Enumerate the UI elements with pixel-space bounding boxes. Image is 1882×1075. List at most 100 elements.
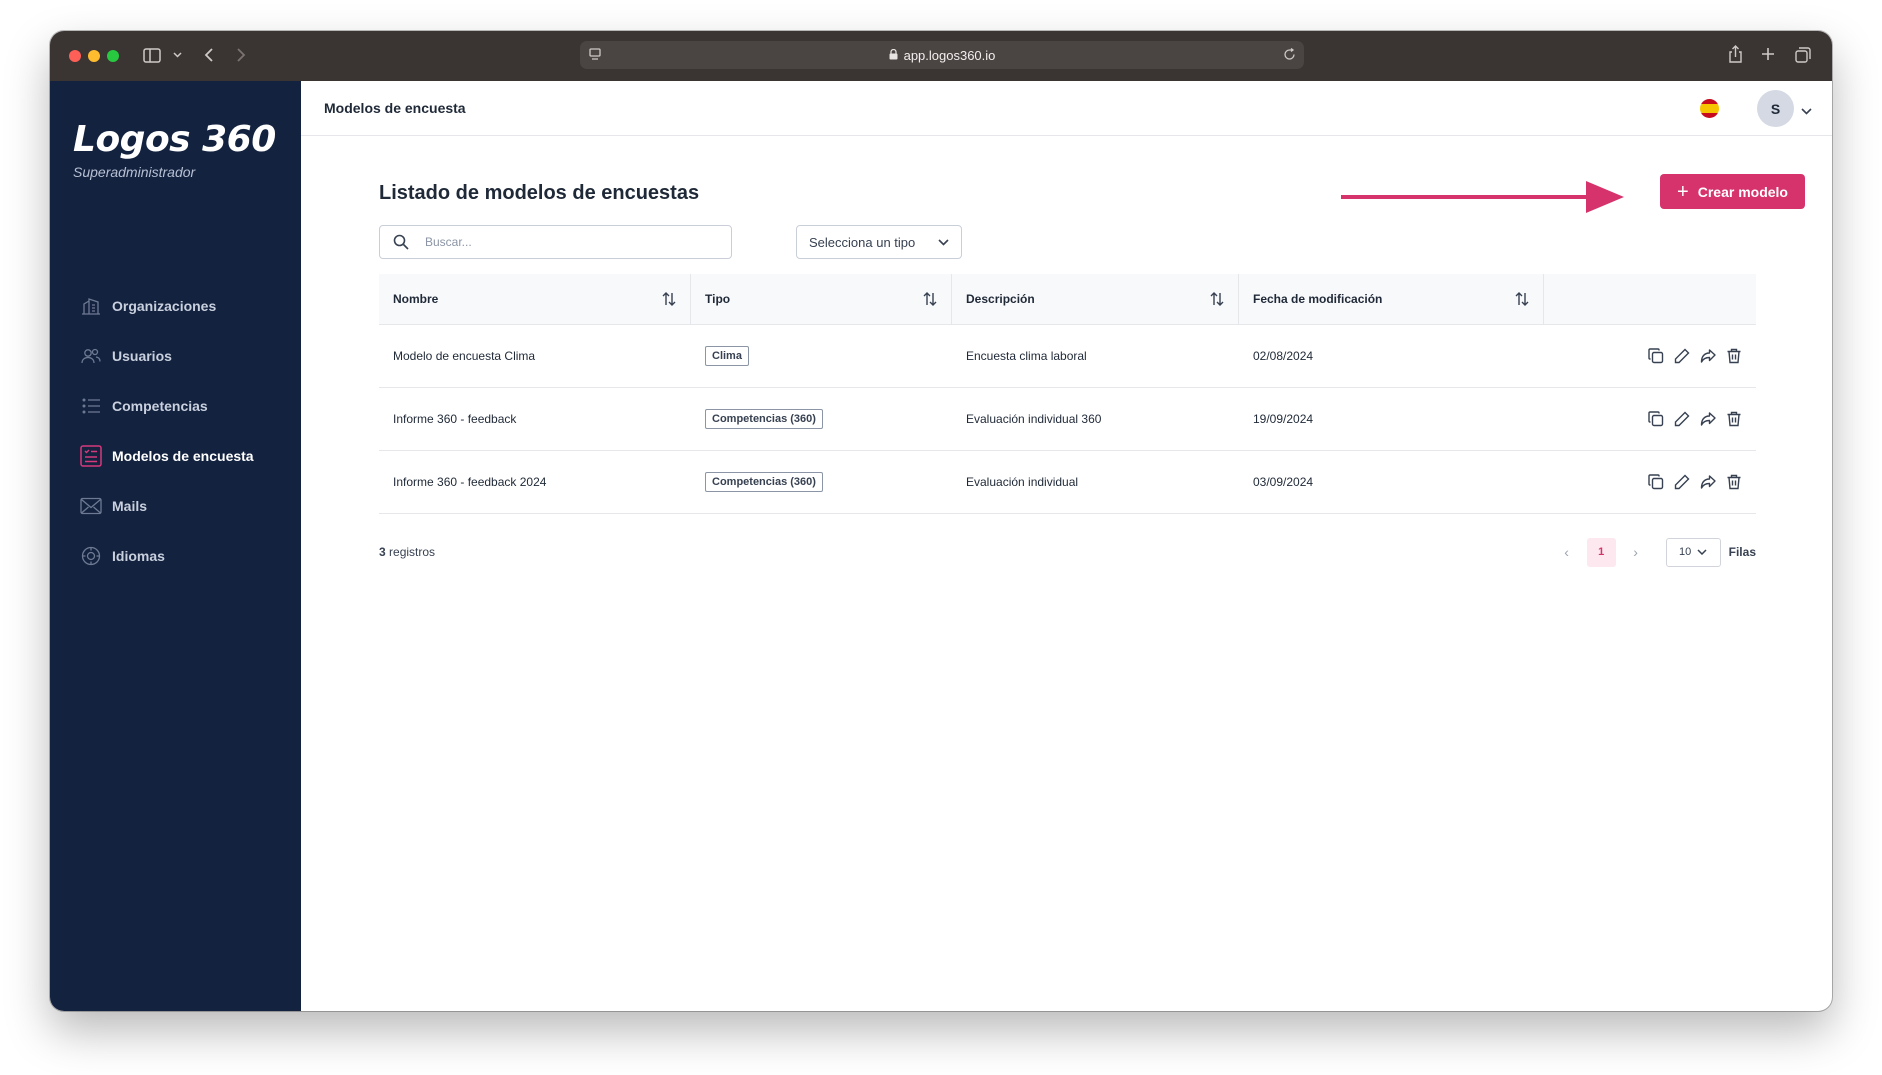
reload-icon[interactable] [1283, 48, 1296, 61]
records-number: 3 [379, 545, 386, 559]
tab-overview-icon[interactable] [1794, 46, 1812, 64]
edit-icon[interactable] [1674, 411, 1690, 427]
browser-window: app.logos360.io Logos 360 Superadministr… [50, 31, 1832, 1011]
edit-icon[interactable] [1674, 348, 1690, 364]
duplicate-icon[interactable] [1648, 348, 1664, 364]
next-page-icon[interactable]: › [1624, 544, 1648, 560]
column-header-fecha[interactable]: Fecha de modificación [1239, 274, 1544, 324]
share-icon[interactable] [1700, 474, 1716, 490]
type-badge: Competencias (360) [705, 472, 823, 492]
address-bar[interactable]: app.logos360.io [580, 41, 1304, 69]
back-icon[interactable] [200, 46, 216, 64]
arrow-right-icon [1341, 181, 1624, 213]
search-icon [393, 234, 409, 250]
close-window-button[interactable] [69, 50, 81, 62]
table-row[interactable]: Informe 360 - feedback 2024 Competencias… [379, 451, 1756, 514]
column-header-descripcion[interactable]: Descripción [952, 274, 1239, 324]
delete-icon[interactable] [1726, 348, 1742, 364]
share-icon[interactable] [1700, 348, 1716, 364]
type-badge: Competencias (360) [705, 409, 823, 429]
edit-icon[interactable] [1674, 474, 1690, 490]
search-box [379, 225, 732, 259]
page-title: Modelos de encuesta [324, 100, 466, 116]
browser-titlebar: app.logos360.io [50, 31, 1832, 81]
cell-fecha: 02/08/2024 [1253, 349, 1314, 363]
delete-icon[interactable] [1726, 474, 1742, 490]
cell-nombre: Informe 360 - feedback [393, 412, 517, 426]
chevron-down-icon [1697, 549, 1707, 555]
sidebar-item-usuarios[interactable]: Usuarios [50, 331, 301, 381]
sort-icon[interactable] [923, 292, 937, 306]
column-header-nombre[interactable]: Nombre [379, 274, 691, 324]
forward-icon[interactable] [233, 46, 249, 64]
cell-descripcion: Encuesta clima laboral [966, 349, 1087, 363]
share-icon[interactable] [1700, 411, 1716, 427]
sidebar-item-organizaciones[interactable]: Organizaciones [50, 281, 301, 331]
spain-flag-icon[interactable] [1700, 99, 1719, 118]
language-icon [80, 545, 102, 567]
sidebar-item-label: Usuarios [112, 348, 172, 364]
share-icon[interactable] [1726, 44, 1744, 64]
url-text: app.logos360.io [903, 47, 996, 63]
rows-per-page-select[interactable]: 10 [1665, 537, 1721, 567]
previous-page-icon[interactable]: ‹ [1555, 544, 1579, 560]
list-heading: Listado de modelos de encuestas [379, 182, 700, 204]
sidebar-item-label: Organizaciones [112, 298, 217, 314]
lock-icon [889, 48, 898, 63]
list-icon [80, 395, 102, 417]
sidebar-item-idiomas[interactable]: Idiomas [50, 531, 301, 581]
chevron-down-icon[interactable] [171, 48, 183, 62]
sort-icon[interactable] [1515, 292, 1529, 306]
site-settings-icon[interactable] [588, 47, 602, 61]
sidebar-item-mails[interactable]: Mails [50, 481, 301, 531]
duplicate-icon[interactable] [1648, 474, 1664, 490]
table-row[interactable]: Modelo de encuesta Clima Clima Encuesta … [379, 325, 1756, 388]
plus-icon: + [1677, 180, 1689, 203]
building-icon [80, 295, 102, 317]
avatar[interactable]: S [1757, 90, 1794, 127]
models-table: Nombre Tipo Descripción Fecha de modific… [379, 274, 1756, 514]
new-tab-icon[interactable] [1760, 46, 1776, 62]
search-input[interactable] [425, 235, 705, 249]
row-actions [1544, 348, 1756, 364]
column-label: Descripción [966, 292, 1035, 306]
page-button-current[interactable]: 1 [1586, 537, 1616, 567]
column-label: Tipo [705, 292, 731, 306]
cell-fecha: 03/09/2024 [1253, 475, 1314, 489]
pagination: ‹ 1 › 10 Filas [1555, 537, 1756, 567]
column-header-tipo[interactable]: Tipo [691, 274, 952, 324]
chevron-down-icon[interactable] [1801, 102, 1812, 120]
type-select-value: Selecciona un tipo [809, 234, 916, 250]
table-header: Nombre Tipo Descripción Fecha de modific… [379, 274, 1756, 325]
cell-nombre: Modelo de encuesta Clima [393, 349, 536, 363]
sidebar-item-competencias[interactable]: Competencias [50, 381, 301, 431]
type-select[interactable]: Selecciona un tipo [796, 225, 962, 259]
records-count: 3 registros [379, 545, 435, 559]
logo[interactable]: Logos 360 Superadministrador [73, 119, 276, 180]
table-row[interactable]: Informe 360 - feedback Competencias (360… [379, 388, 1756, 451]
sidebar-item-label: Modelos de encuesta [112, 448, 254, 464]
sidebar-toggle-icon[interactable] [142, 46, 162, 64]
sidebar-item-modelos-de-encuesta[interactable]: Modelos de encuesta [50, 431, 301, 481]
create-model-button[interactable]: + Crear modelo [1660, 174, 1805, 209]
zoom-window-button[interactable] [107, 50, 119, 62]
sidebar: Logos 360 Superadministrador Organizacio… [50, 81, 301, 1011]
minimize-window-button[interactable] [88, 50, 100, 62]
sidebar-item-label: Mails [112, 498, 148, 514]
mail-icon [80, 495, 102, 517]
column-label: Nombre [393, 292, 439, 306]
table-footer: 3 registros ‹ 1 › 10 Filas [379, 537, 1756, 567]
rows-label: Filas [1728, 545, 1756, 559]
sort-icon[interactable] [662, 292, 676, 306]
records-label: registros [389, 545, 436, 559]
cell-descripcion: Evaluación individual [966, 475, 1079, 489]
delete-icon[interactable] [1726, 411, 1742, 427]
main-content: Listado de modelos de encuestas + Crear … [301, 137, 1832, 1011]
users-icon [80, 345, 102, 367]
window-controls [69, 50, 119, 62]
user-role: Superadministrador [73, 164, 196, 180]
create-model-label: Crear modelo [1697, 183, 1788, 200]
sort-icon[interactable] [1210, 292, 1224, 306]
cell-tipo: Competencias (360) [691, 472, 952, 492]
duplicate-icon[interactable] [1648, 411, 1664, 427]
